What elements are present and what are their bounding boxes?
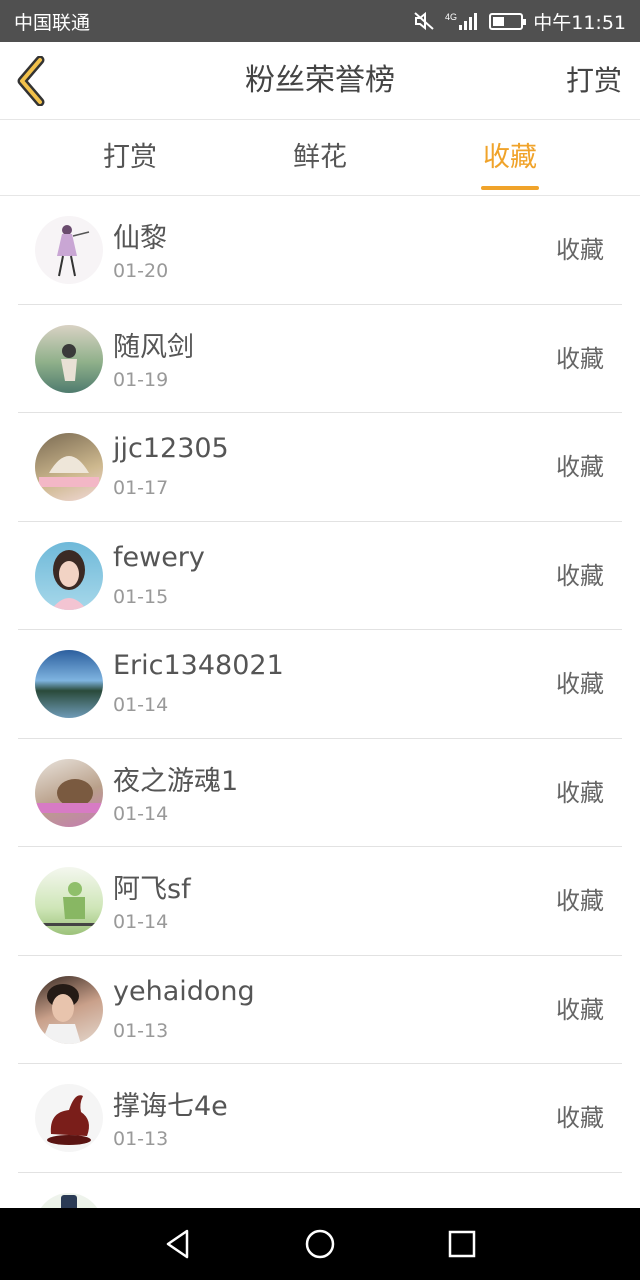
mute-icon [413, 11, 435, 31]
fan-action: 收藏 [556, 670, 604, 698]
list-item[interactable]: jjc12305 01-17 收藏 [18, 413, 622, 522]
fan-name: 仙黎 [113, 223, 167, 254]
tab-reward[interactable]: 打赏 [70, 120, 190, 196]
fan-name: 撑诲七4e [113, 1091, 228, 1122]
page-title: 粉丝荣誉榜 [245, 63, 395, 98]
avatar [35, 867, 103, 935]
nav-recent-button[interactable] [444, 1226, 480, 1262]
fan-action: 收藏 [556, 561, 604, 590]
avatar [35, 216, 103, 284]
avatar [35, 758, 103, 827]
list-item[interactable]: yehaidong 01-13 收藏 [18, 956, 622, 1064]
status-right: 4G 中午11:51 [413, 8, 626, 35]
fan-name: fewery [113, 541, 205, 573]
fan-date: 01-20 [113, 260, 169, 282]
fan-action: 收藏 [556, 1104, 604, 1132]
system-nav-bar [0, 1208, 640, 1280]
avatar [35, 650, 103, 718]
avatar [35, 975, 103, 1044]
tab-label: 打赏 [103, 142, 157, 173]
circle-home-icon [305, 1229, 335, 1259]
fan-name: yehaidong [113, 975, 255, 1007]
list-item[interactable] [18, 1173, 622, 1208]
fan-date: 01-15 [113, 585, 169, 608]
nav-back-button[interactable] [160, 1226, 196, 1262]
clock: 中午11:51 [533, 11, 626, 34]
fan-date: 01-19 [113, 368, 169, 391]
reward-button[interactable]: 打赏 [566, 42, 622, 120]
list-item[interactable]: 随风剑 01-19 收藏 [18, 305, 622, 413]
list-item[interactable]: 仙黎 01-20 收藏 [18, 196, 622, 305]
avatar [35, 324, 103, 393]
fan-date: 01-13 [113, 1128, 169, 1150]
app-header: 粉丝荣誉榜 打赏 [0, 42, 640, 120]
tab-flowers[interactable]: 鲜花 [260, 120, 380, 196]
avatar [35, 433, 103, 501]
fan-list[interactable]: 仙黎 01-20 收藏 随风剑 01-19 收藏 jjc12305 01-17 … [0, 196, 640, 1208]
fan-action: 收藏 [556, 236, 604, 264]
fan-date: 01-17 [113, 477, 169, 499]
list-item[interactable]: 撑诲七4e 01-13 收藏 [18, 1064, 622, 1173]
avatar [35, 541, 103, 610]
fan-date: 01-14 [113, 694, 169, 716]
fan-action: 收藏 [556, 887, 604, 915]
fan-date: 01-14 [113, 802, 169, 825]
fan-date: 01-14 [113, 911, 169, 933]
list-item[interactable]: 夜之游魂1 01-14 收藏 [18, 739, 622, 847]
fan-action: 收藏 [556, 344, 604, 373]
nav-home-button[interactable] [302, 1226, 338, 1262]
fan-name: 夜之游魂1 [113, 765, 239, 797]
list-item[interactable]: fewery 01-15 收藏 [18, 522, 622, 630]
tab-bar: 打赏 鲜花 收藏 [0, 120, 640, 196]
status-bar: 中国联通 4G 中午11:51 [0, 0, 640, 42]
battery-icon [489, 12, 527, 30]
fan-date: 01-13 [113, 1019, 169, 1042]
fan-action: 收藏 [556, 995, 604, 1024]
tab-label: 鲜花 [293, 142, 347, 173]
carrier-label: 中国联通 [14, 11, 91, 34]
signal-icon: 4G [445, 11, 479, 31]
fan-name: 随风剑 [113, 331, 194, 363]
battery-level [493, 16, 505, 26]
triangle-back-icon [166, 1229, 189, 1259]
active-tab-indicator [481, 186, 539, 190]
fan-name: jjc12305 [113, 433, 229, 464]
fan-action: 收藏 [556, 778, 604, 807]
tab-favorites[interactable]: 收藏 [450, 120, 570, 196]
fan-name: 阿飞sf [113, 874, 191, 905]
fan-action: 收藏 [556, 453, 604, 481]
square-recent-icon [448, 1230, 476, 1258]
list-item[interactable]: 阿飞sf 01-14 收藏 [18, 847, 622, 956]
avatar [35, 1192, 103, 1208]
avatar [35, 1084, 103, 1152]
list-item[interactable]: Eric1348021 01-14 收藏 [18, 630, 622, 739]
tab-label: 收藏 [483, 142, 537, 173]
fan-name: Eric1348021 [113, 650, 284, 681]
svg-text:4G: 4G [445, 12, 457, 22]
